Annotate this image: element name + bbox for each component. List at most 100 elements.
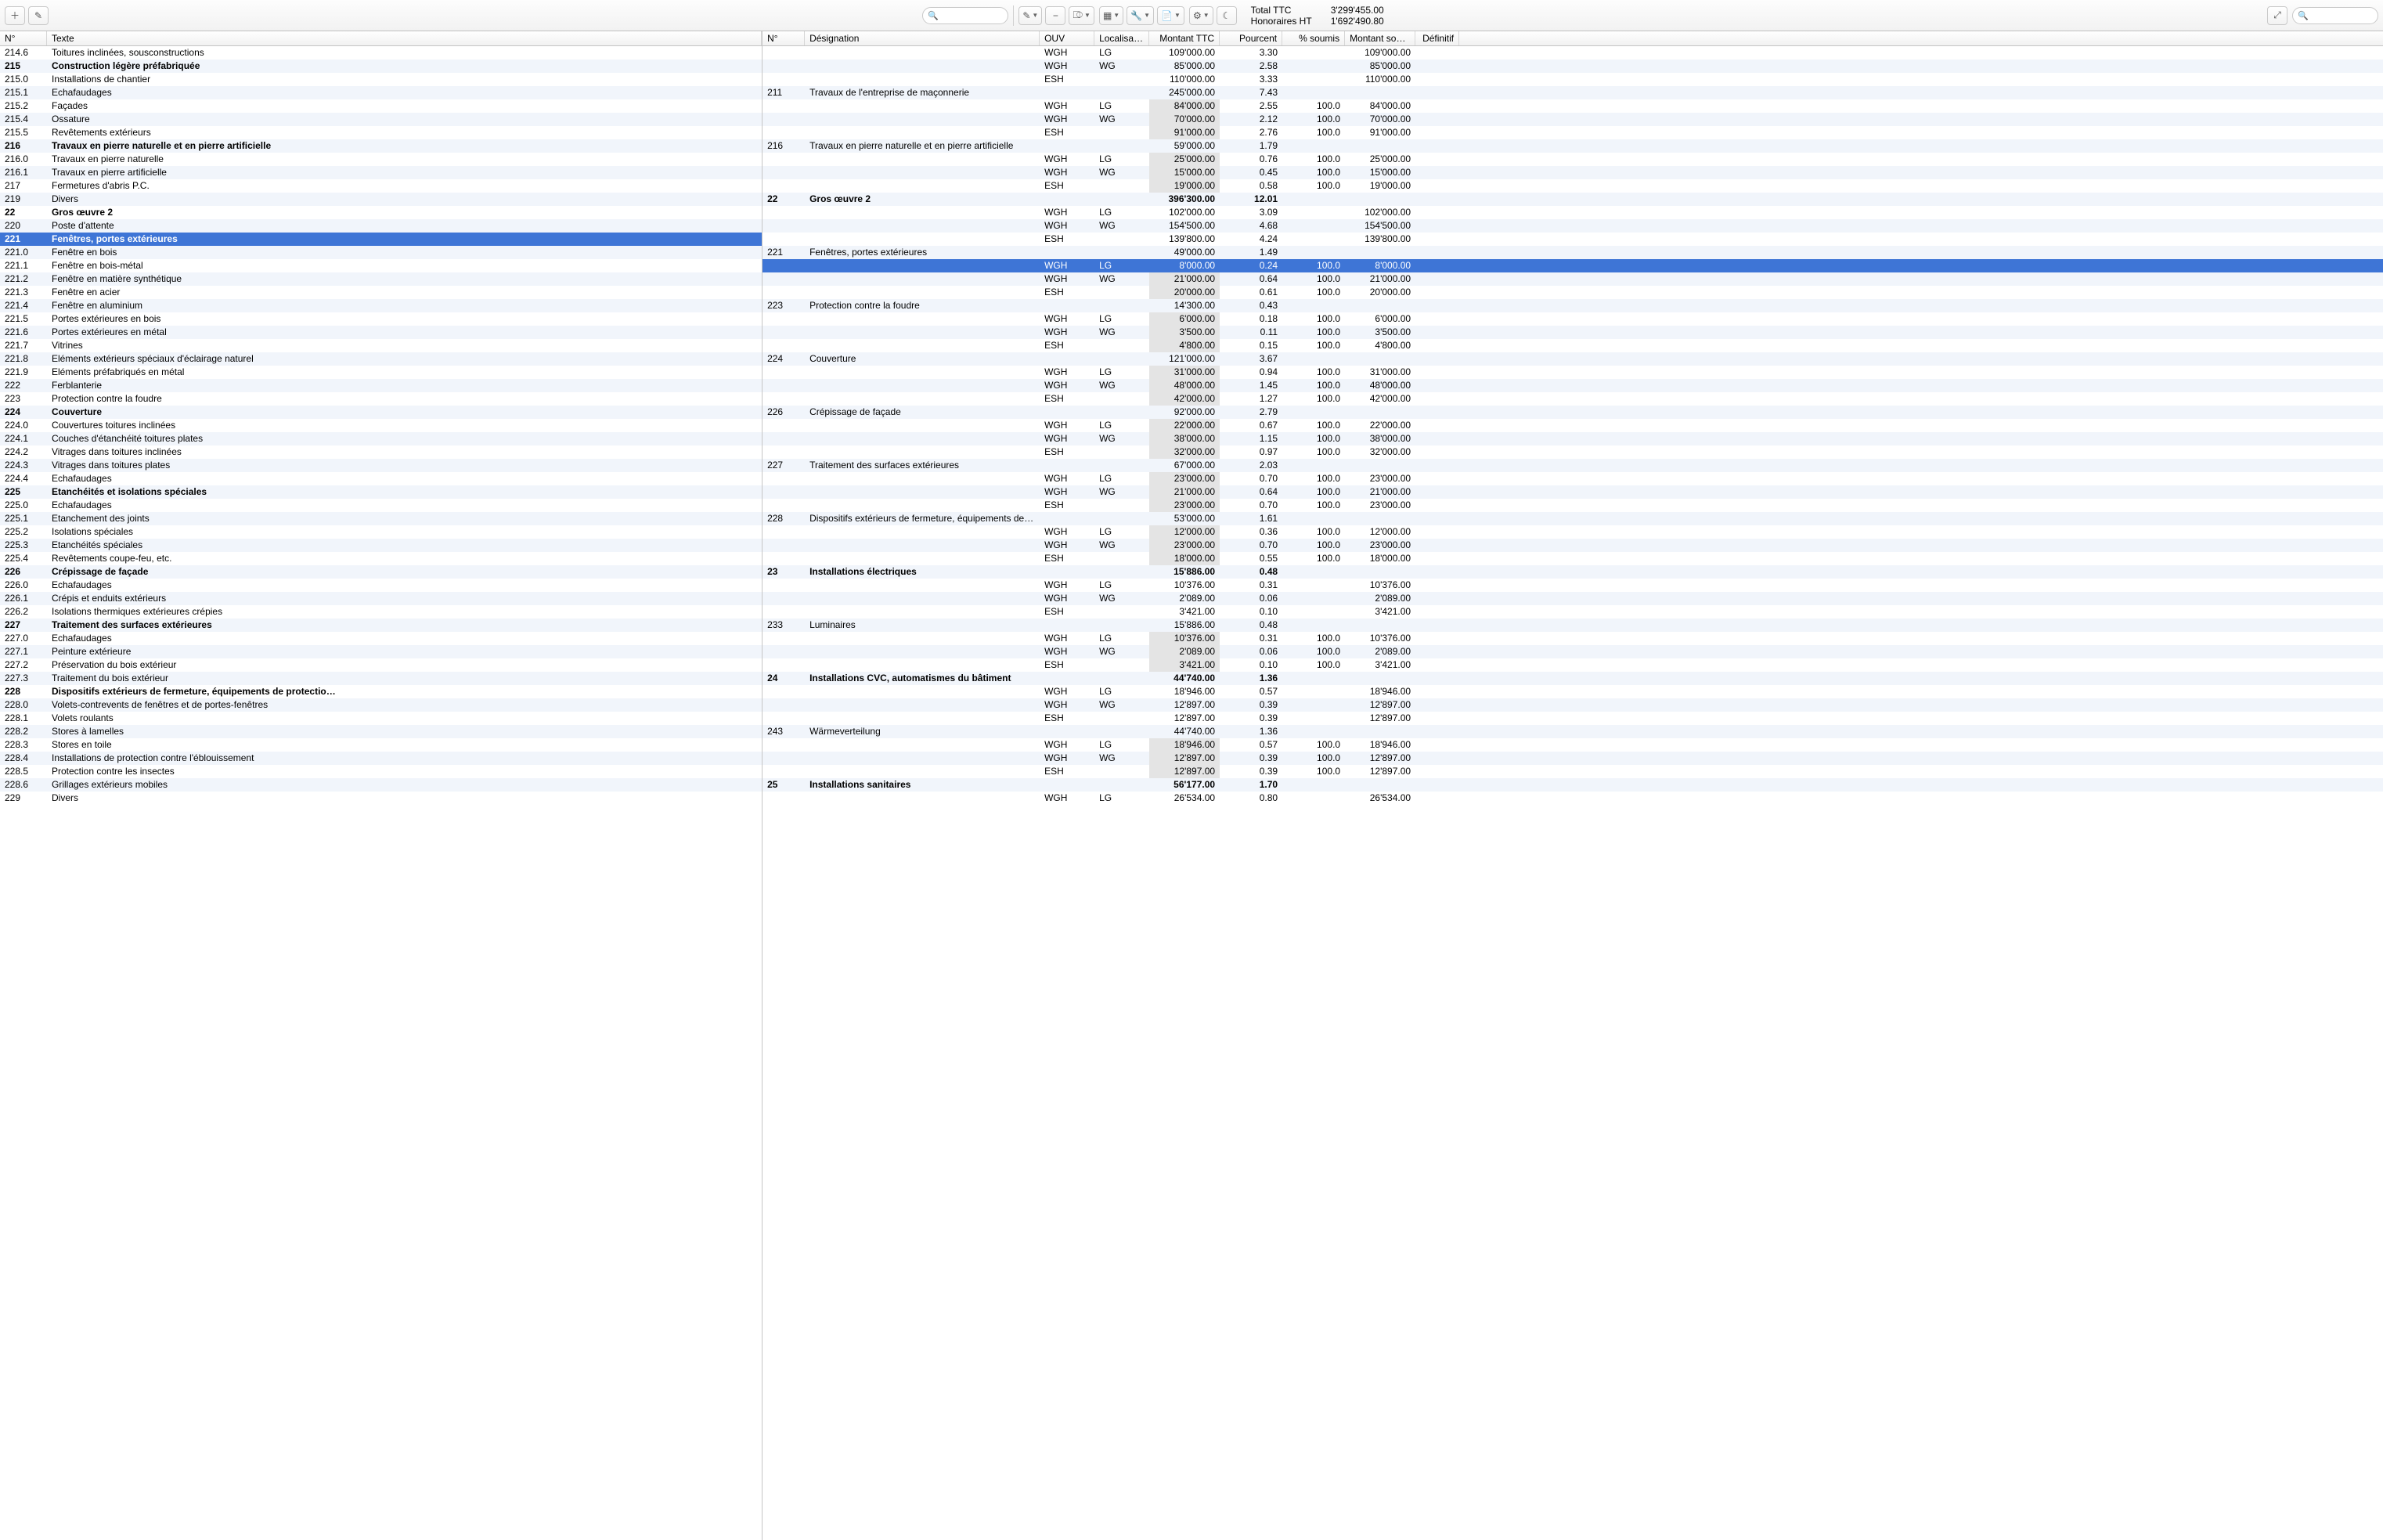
tools-button[interactable]: 🔧▼ (1127, 6, 1154, 25)
col-no[interactable]: N° (762, 31, 805, 45)
add-button[interactable]: ＋ (5, 6, 25, 25)
right-row[interactable]: 216Travaux en pierre naturelle et en pie… (762, 139, 2383, 153)
right-row[interactable]: 243Wärmeverteilung44'740.001.36 (762, 725, 2383, 738)
right-row[interactable]: WGHLG23'000.000.70100.023'000.00 (762, 472, 2383, 485)
col-pourcent[interactable]: Pourcent (1220, 31, 1282, 45)
right-row[interactable]: ESH4'800.000.15100.04'800.00 (762, 339, 2383, 352)
left-row[interactable]: 228Dispositifs extérieurs de fermeture, … (0, 685, 762, 698)
left-row[interactable]: 224.4Echafaudages (0, 472, 762, 485)
col-ouv[interactable]: OUV (1040, 31, 1094, 45)
right-grid[interactable]: N° Désignation OUV Localisation Montant … (762, 31, 2383, 1540)
right-row[interactable]: ESH3'421.000.10100.03'421.00 (762, 658, 2383, 672)
left-search[interactable]: 🔍 (922, 7, 1008, 24)
right-row[interactable]: WGHWG70'000.002.12100.070'000.00 (762, 113, 2383, 126)
right-row[interactable]: ESH110'000.003.33110'000.00 (762, 73, 2383, 86)
right-row[interactable]: 211Travaux de l'entreprise de maçonnerie… (762, 86, 2383, 99)
right-row[interactable]: WGHLG18'946.000.57100.018'946.00 (762, 738, 2383, 752)
left-row[interactable]: 215.0Installations de chantier (0, 73, 762, 86)
right-row[interactable]: ESH19'000.000.58100.019'000.00 (762, 179, 2383, 193)
left-row[interactable]: 217Fermetures d'abris P.C. (0, 179, 762, 193)
left-row[interactable]: 219Divers (0, 193, 762, 206)
right-row[interactable]: WGHLG10'376.000.31100.010'376.00 (762, 632, 2383, 645)
right-row[interactable]: WGHWG21'000.000.64100.021'000.00 (762, 272, 2383, 286)
col-text[interactable]: Texte (47, 31, 762, 45)
left-row[interactable]: 228.0Volets-contrevents de fenêtres et d… (0, 698, 762, 712)
right-row[interactable]: 25Installations sanitaires56'177.001.70 (762, 778, 2383, 792)
left-row[interactable]: 215Construction légère préfabriquée (0, 60, 762, 73)
left-row[interactable]: 228.1Volets roulants (0, 712, 762, 725)
left-row[interactable]: 221.2Fenêtre en matière synthétique (0, 272, 762, 286)
left-row[interactable]: 221.5Portes extérieures en bois (0, 312, 762, 326)
right-row[interactable]: WGHLG26'534.000.8026'534.00 (762, 792, 2383, 805)
right-row[interactable]: ESH3'421.000.103'421.00 (762, 605, 2383, 619)
right-row[interactable]: WGHWG48'000.001.45100.048'000.00 (762, 379, 2383, 392)
right-row[interactable]: 228Dispositifs extérieurs de fermeture, … (762, 512, 2383, 525)
left-row[interactable]: 225.1Etanchement des joints (0, 512, 762, 525)
right-row[interactable]: 221Fenêtres, portes extérieures49'000.00… (762, 246, 2383, 259)
left-row[interactable]: 221.8Eléments extérieurs spéciaux d'écla… (0, 352, 762, 366)
left-row[interactable]: 215.4Ossature (0, 113, 762, 126)
right-row[interactable]: WGHWG15'000.000.45100.015'000.00 (762, 166, 2383, 179)
left-row[interactable]: 221.3Fenêtre en acier (0, 286, 762, 299)
left-row[interactable]: 226.2Isolations thermiques extérieures c… (0, 605, 762, 619)
document-button[interactable]: 📄▼ (1157, 6, 1184, 25)
left-row[interactable]: 216.0Travaux en pierre naturelle (0, 153, 762, 166)
left-row[interactable]: 224.0Couvertures toitures inclinées (0, 419, 762, 432)
left-row[interactable]: 221.4Fenêtre en aluminium (0, 299, 762, 312)
left-row[interactable]: 227.1Peinture extérieure (0, 645, 762, 658)
right-row[interactable]: ESH18'000.000.55100.018'000.00 (762, 552, 2383, 565)
col-pct-soumis[interactable]: % soumis (1282, 31, 1345, 45)
right-row[interactable]: ESH20'000.000.61100.020'000.00 (762, 286, 2383, 299)
left-row[interactable]: 225Etanchéités et isolations spéciales (0, 485, 762, 499)
right-row[interactable]: WGHLG8'000.000.24100.08'000.00 (762, 259, 2383, 272)
right-row[interactable]: WGHLG12'000.000.36100.012'000.00 (762, 525, 2383, 539)
left-row[interactable]: 222Ferblanterie (0, 379, 762, 392)
right-row[interactable]: WGHLG18'946.000.5718'946.00 (762, 685, 2383, 698)
right-search[interactable]: 🔍 (2292, 7, 2378, 24)
settings-button[interactable]: ⚙▼ (1189, 6, 1213, 25)
left-row[interactable]: 216.1Travaux en pierre artificielle (0, 166, 762, 179)
left-row[interactable]: 225.0Echafaudages (0, 499, 762, 512)
remove-button[interactable]: − (1045, 6, 1065, 25)
left-row[interactable]: 224.2Vitrages dans toitures inclinées (0, 445, 762, 459)
right-row[interactable]: ESH139'800.004.24139'800.00 (762, 233, 2383, 246)
left-row[interactable]: 224.3Vitrages dans toitures plates (0, 459, 762, 472)
left-row[interactable]: 215.2Façades (0, 99, 762, 113)
right-row[interactable]: WGHWG23'000.000.70100.023'000.00 (762, 539, 2383, 552)
right-row[interactable]: WGHWG12'897.000.39100.012'897.00 (762, 752, 2383, 765)
left-row[interactable]: 22Gros œuvre 2 (0, 206, 762, 219)
left-row[interactable]: 216Travaux en pierre naturelle et en pie… (0, 139, 762, 153)
left-row[interactable]: 223Protection contre la foudre (0, 392, 762, 406)
left-row[interactable]: 215.1Echafaudages (0, 86, 762, 99)
pencil-dropdown-button[interactable]: ✎▼ (1018, 6, 1042, 25)
left-row[interactable]: 227.0Echafaudages (0, 632, 762, 645)
col-definitif[interactable]: Définitif (1415, 31, 1459, 45)
right-row[interactable]: ESH12'897.000.3912'897.00 (762, 712, 2383, 725)
right-row[interactable]: WGHWG21'000.000.64100.021'000.00 (762, 485, 2383, 499)
right-row[interactable]: WGHLG22'000.000.67100.022'000.00 (762, 419, 2383, 432)
right-row[interactable]: WGHWG12'897.000.3912'897.00 (762, 698, 2383, 712)
left-row[interactable]: 221Fenêtres, portes extérieures (0, 233, 762, 246)
right-row[interactable]: 223Protection contre la foudre14'300.000… (762, 299, 2383, 312)
left-row[interactable]: 224Couverture (0, 406, 762, 419)
left-row[interactable]: 220Poste d'attente (0, 219, 762, 233)
right-row[interactable]: WGHLG25'000.000.76100.025'000.00 (762, 153, 2383, 166)
right-row[interactable]: WGHLG109'000.003.30109'000.00 (762, 46, 2383, 60)
left-grid[interactable]: N° Texte 214.6Toitures inclinées, sousco… (0, 31, 762, 1540)
table-view-button[interactable]: ▦▼ (1099, 6, 1123, 25)
left-row[interactable]: 221.6Portes extérieures en métal (0, 326, 762, 339)
left-row[interactable]: 226.0Echafaudages (0, 579, 762, 592)
right-row[interactable]: 227Traitement des surfaces extérieures67… (762, 459, 2383, 472)
right-row[interactable]: WGHLG10'376.000.3110'376.00 (762, 579, 2383, 592)
right-row[interactable]: 23Installations électriques15'886.000.48 (762, 565, 2383, 579)
left-row[interactable]: 226.1Crépis et enduits extérieurs (0, 592, 762, 605)
right-row[interactable]: WGHWG38'000.001.15100.038'000.00 (762, 432, 2383, 445)
right-row[interactable]: ESH91'000.002.76100.091'000.00 (762, 126, 2383, 139)
filter-button[interactable]: ⎄▼ (1069, 6, 1094, 25)
left-row[interactable]: 228.3Stores en toile (0, 738, 762, 752)
left-row[interactable]: 228.5Protection contre les insectes (0, 765, 762, 778)
left-row[interactable]: 228.6Grillages extérieurs mobiles (0, 778, 762, 792)
left-row[interactable]: 229Divers (0, 792, 762, 805)
right-row[interactable]: WGHWG154'500.004.68154'500.00 (762, 219, 2383, 233)
left-row[interactable]: 214.6Toitures inclinées, sousconstructio… (0, 46, 762, 60)
